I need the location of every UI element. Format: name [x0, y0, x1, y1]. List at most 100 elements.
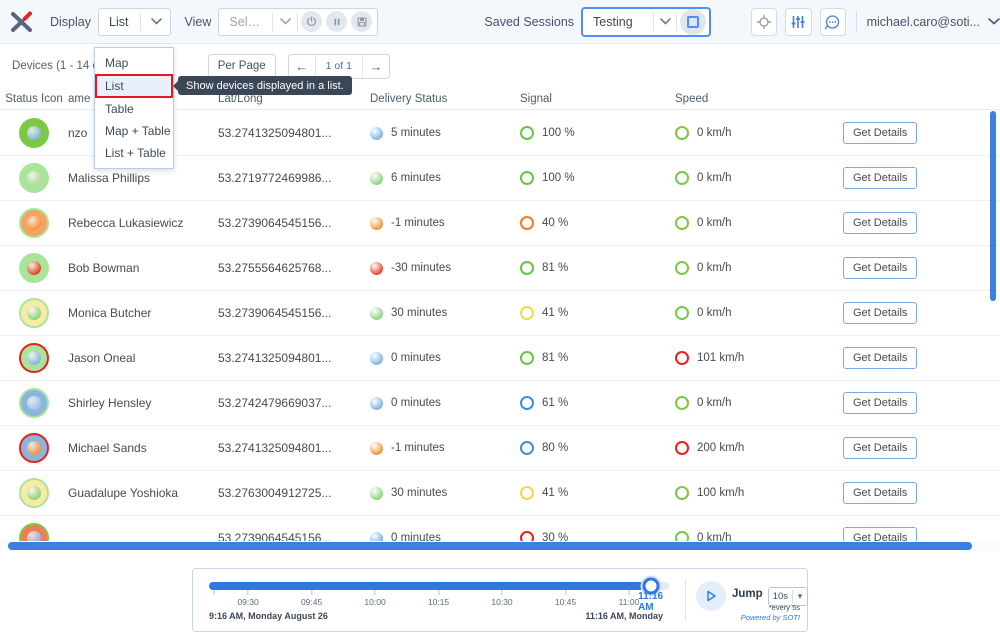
delivery-status-text: 30 minutes: [391, 307, 448, 319]
display-menu-item-list-table[interactable]: List + Table: [95, 142, 173, 164]
saved-session-select[interactable]: Testing: [581, 6, 712, 37]
device-speed: 0 km/h: [675, 171, 843, 185]
horizontal-scrollbar-thumb[interactable]: [8, 542, 972, 550]
session-stop-button[interactable]: [680, 8, 707, 35]
get-details-button[interactable]: Get Details: [843, 347, 918, 369]
timeline-track[interactable]: [209, 577, 669, 595]
device-status-icon-cell: [0, 118, 68, 148]
timeline-tick-label: 10:00: [364, 590, 386, 607]
page-prev-button[interactable]: ←: [289, 55, 315, 78]
status-icon-ball: [27, 351, 41, 365]
delivery-status-dot-icon: [370, 306, 383, 320]
get-details-button[interactable]: Get Details: [843, 257, 918, 279]
timeline-tick-label: 11:00: [619, 590, 639, 607]
timeline-tick-label: 09:30: [237, 590, 259, 607]
page-next-button[interactable]: →: [363, 55, 389, 78]
device-status-icon-cell: [0, 343, 68, 373]
speed-text: 200 km/h: [697, 442, 745, 454]
vertical-scrollbar[interactable]: [989, 111, 998, 541]
status-icon: [19, 343, 49, 373]
delivery-status-text: 5 minutes: [391, 127, 441, 139]
table-row[interactable]: Jason Oneal 53.2741325094801... 0 minutes 8…: [0, 336, 1000, 381]
get-details-button[interactable]: Get Details: [843, 437, 918, 459]
device-delivery-status: -1 minutes: [370, 216, 520, 230]
table-row[interactable]: Michael Sands 53.2741325094801... -1 minut…: [0, 426, 1000, 471]
get-details-button[interactable]: Get Details: [843, 167, 918, 189]
column-header-speed[interactable]: Speed: [675, 93, 843, 105]
display-menu-item-map[interactable]: Map: [95, 52, 173, 74]
device-table-body[interactable]: nzo 53.2741325094801... 5 minutes 100 % 0 km…: [0, 111, 1000, 543]
device-latlong: 53.2741325094801...: [218, 126, 332, 140]
delivery-status-dot-icon: [370, 171, 383, 185]
display-menu-item-map-table[interactable]: Map + Table: [95, 120, 173, 142]
speed-text: 101 km/h: [697, 352, 745, 364]
status-icon: [19, 523, 49, 543]
get-details-button[interactable]: Get Details: [843, 122, 918, 144]
table-row[interactable]: Shirley Hensley 53.2742479669037... 0 minu…: [0, 381, 1000, 426]
status-icon-ball: [27, 261, 41, 275]
speed-text: 0 km/h: [697, 217, 732, 229]
play-icon[interactable]: [696, 581, 726, 611]
chevron-down-icon[interactable]: [988, 16, 1000, 28]
table-row[interactable]: Monica Butcher 53.2739064545156... 30 minu…: [0, 291, 1000, 336]
device-signal: 61 %: [520, 396, 675, 410]
get-details-button[interactable]: Get Details: [843, 482, 918, 504]
timeline-tick-label: 09:45: [301, 590, 322, 607]
save-icon[interactable]: [351, 11, 373, 32]
status-icon: [19, 208, 49, 238]
speed-ring-icon: [675, 126, 689, 140]
headset-support-icon[interactable]: [819, 7, 846, 36]
get-details-button[interactable]: Get Details: [843, 212, 918, 234]
display-select[interactable]: List: [98, 7, 171, 36]
display-menu-item-table[interactable]: Table: [95, 98, 173, 120]
power-icon[interactable]: [301, 11, 323, 32]
target-icon[interactable]: [751, 7, 778, 36]
timeline-tick-mark: [565, 590, 566, 595]
delivery-status-text: -1 minutes: [391, 217, 445, 229]
column-header-status-icon[interactable]: Status Icon: [0, 93, 68, 105]
device-actions: Get Details: [843, 212, 1000, 234]
speed-ring-icon: [675, 171, 689, 185]
square-icon: [687, 15, 700, 28]
display-select-divider: [140, 12, 142, 31]
table-row[interactable]: Bob Bowman 53.2755564625768... -30 minutes…: [0, 246, 1000, 291]
device-latlong: 53.2719772469986...: [218, 171, 332, 185]
table-row[interactable]: Guadalupe Yoshioka 53.2763004912725... 30 …: [0, 471, 1000, 516]
table-row[interactable]: Rebecca Lukasiewicz 53.2739064545156... -1…: [0, 201, 1000, 246]
timeline-origin-mark: [213, 590, 215, 597]
column-header-signal[interactable]: Signal: [520, 93, 675, 105]
display-dropdown-menu[interactable]: Map List Table Map + Table List + Table: [94, 47, 174, 169]
signal-text: 100 %: [542, 172, 575, 184]
timeline-ticks: 09:30 09:45 10:00 10:15 10:30 10:45 11:00 11:16…: [209, 590, 669, 613]
timeline-start-label: 9:16 AM, Monday August 26: [209, 611, 328, 621]
signal-ring-icon: [520, 306, 534, 320]
get-details-button[interactable]: Get Details: [843, 302, 918, 324]
per-page-button[interactable]: Per Page: [207, 53, 276, 79]
timeline-slider-area[interactable]: 09:30 09:45 10:00 10:15 10:30 10:45 11:00 11:16…: [193, 569, 685, 631]
device-delivery-status: 30 minutes: [370, 486, 520, 500]
chevron-down-icon[interactable]: [654, 18, 676, 25]
view-select[interactable]: Select a v...: [218, 7, 379, 36]
filter-sliders-icon[interactable]: [785, 7, 812, 36]
device-delivery-status: 5 minutes: [370, 126, 520, 140]
timeline-tick-mark: [213, 590, 215, 595]
timeline-tick-mark: [501, 590, 503, 595]
device-actions: Get Details: [843, 302, 1000, 324]
timeline-tick-mark: [374, 590, 376, 595]
device-status-icon-cell: [0, 298, 68, 328]
column-header-delivery-status[interactable]: Delivery Status: [370, 93, 520, 105]
device-name: Michael Sands: [68, 441, 147, 455]
status-icon: [19, 298, 49, 328]
display-menu-item-list[interactable]: List: [95, 74, 173, 98]
user-account-label[interactable]: michael.caro@soti...: [867, 15, 980, 29]
soti-x-logo[interactable]: [0, 0, 44, 44]
jump-interval-value: 10s: [772, 591, 788, 602]
vertical-scrollbar-thumb[interactable]: [990, 111, 996, 301]
signal-text: 81 %: [542, 352, 569, 364]
table-row[interactable]: 53.2739064545156... 0 minutes 30 % 0 km/h Ge…: [0, 516, 1000, 543]
get-details-button[interactable]: Get Details: [843, 392, 918, 414]
timeline-progress-fill: [209, 582, 651, 590]
pause-icon[interactable]: [326, 11, 348, 32]
horizontal-scrollbar[interactable]: [0, 541, 1000, 551]
timeline-playback-controls: Jump 10s ▾ *every 5s Powered by SOTI: [686, 569, 808, 631]
